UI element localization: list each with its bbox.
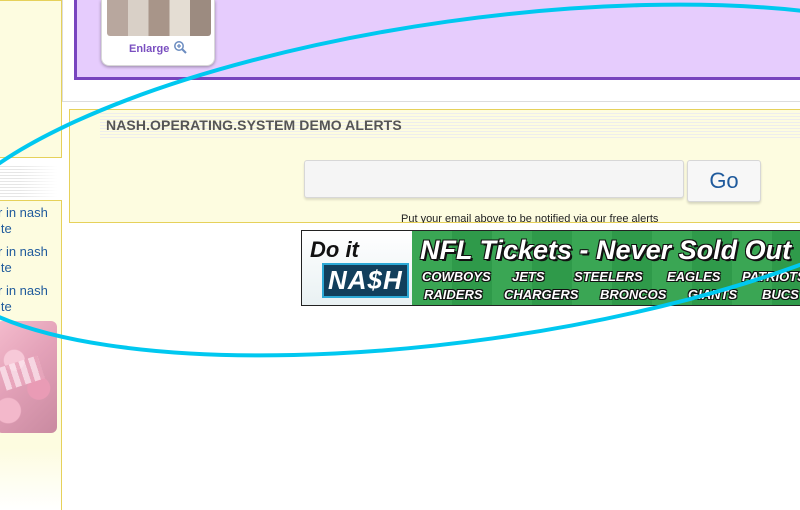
banner-logo-nash: NA$H: [322, 263, 409, 298]
banner-team: STEELERS: [574, 269, 643, 284]
banner-logo: Do it NA$H: [302, 231, 412, 305]
left-top-panel: [0, 0, 62, 158]
sidebar-link-line1: r in nash: [0, 205, 48, 220]
sidebar-link[interactable]: r in nash ite: [0, 283, 48, 315]
email-input[interactable]: [304, 160, 684, 198]
sidebar-link-line2: ite: [0, 221, 12, 236]
banner-team: EAGLES: [667, 269, 721, 284]
go-button[interactable]: Go: [687, 160, 761, 202]
banner-team: JETS: [512, 269, 545, 284]
sidebar-link-line2: ite: [0, 260, 12, 275]
banner-team: BUCS: [762, 287, 799, 302]
banner-headline: NFL Tickets - Never Sold Out: [420, 235, 792, 265]
product-image[interactable]: [107, 0, 211, 36]
sidebar-link-line1: r in nash: [0, 244, 48, 259]
alerts-title: NASH.OPERATING.SYSTEM DEMO ALERTS: [106, 117, 402, 133]
banner-team: COWBOYS: [422, 269, 491, 284]
alerts-note: Put your email above to be notified via …: [401, 213, 659, 223]
banner-team: BRONCOS: [600, 287, 667, 302]
sidebar-header-stripes: [0, 166, 58, 198]
sidebar-link-line2: ite: [0, 299, 12, 314]
nfl-tickets-banner[interactable]: Do it NA$H NFL Tickets - Never Sold Out …: [301, 230, 800, 306]
sidebar-thumbnail-image[interactable]: [0, 321, 57, 433]
sidebar-link-line1: r in nash: [0, 283, 48, 298]
enlarge-link[interactable]: Enlarge: [129, 43, 169, 55]
banner-team: RAIDERS: [424, 287, 483, 302]
banner-team: CHARGERS: [504, 287, 579, 302]
sidebar-link[interactable]: r in nash ite: [0, 205, 48, 237]
zoom-in-icon[interactable]: [173, 40, 187, 54]
sidebar-link[interactable]: r in nash ite: [0, 244, 48, 276]
left-sidebar: r in nash ite r in nash ite r in nash it…: [0, 0, 62, 510]
banner-logo-do-it: Do it: [310, 237, 359, 262]
banner-team: GIANTS: [688, 287, 738, 302]
product-card[interactable]: [101, 0, 215, 66]
banner-team: PATRIOTS: [742, 269, 800, 284]
